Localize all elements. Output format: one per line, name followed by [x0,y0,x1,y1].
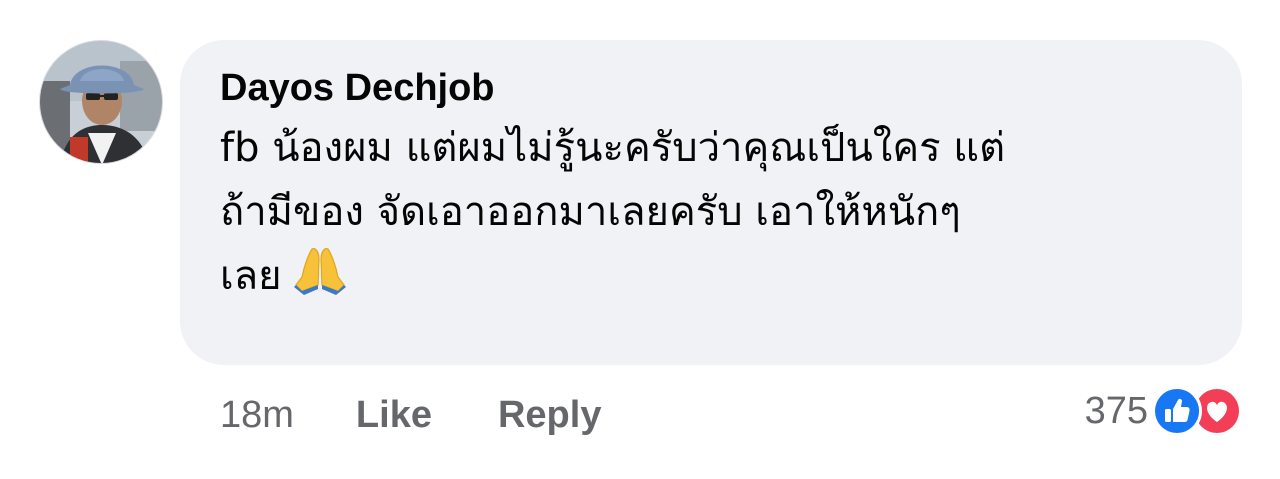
comment-text-fragment: เลย [220,253,282,299]
comment-text-line: เลย [220,244,1202,314]
comment-timestamp[interactable]: 18m [220,394,294,437]
folded-hands-emoji [292,245,348,314]
author-name[interactable]: Dayos Dechjob [220,66,1202,110]
avatar-photo [40,41,162,163]
comment-text-line: fb น้องผม แต่ผมไม่รู้นะครับว่าคุณเป็นใคร… [220,125,1006,171]
comment-text-line: ถ้ามีของ จัดเอาออกมาเลยครับ เอาให้หนักๆ [220,189,961,235]
comment: Dayos Dechjob fb น้องผม แต่ผมไม่รู้นะครั… [0,0,1280,479]
reaction-summary[interactable]: 375 [1085,386,1242,436]
avatar[interactable] [39,40,163,164]
like-icon [1152,386,1202,436]
comment-actions: 18m Like Reply [220,390,667,440]
comment-bubble: Dayos Dechjob fb น้องผม แต่ผมไม่รู้นะครั… [180,40,1242,365]
like-button[interactable]: Like [356,394,432,437]
reply-button[interactable]: Reply [498,394,601,437]
comment-text: fb น้องผม แต่ผมไม่รู้นะครับว่าคุณเป็นใคร… [220,116,1202,314]
reaction-count: 375 [1084,389,1148,432]
